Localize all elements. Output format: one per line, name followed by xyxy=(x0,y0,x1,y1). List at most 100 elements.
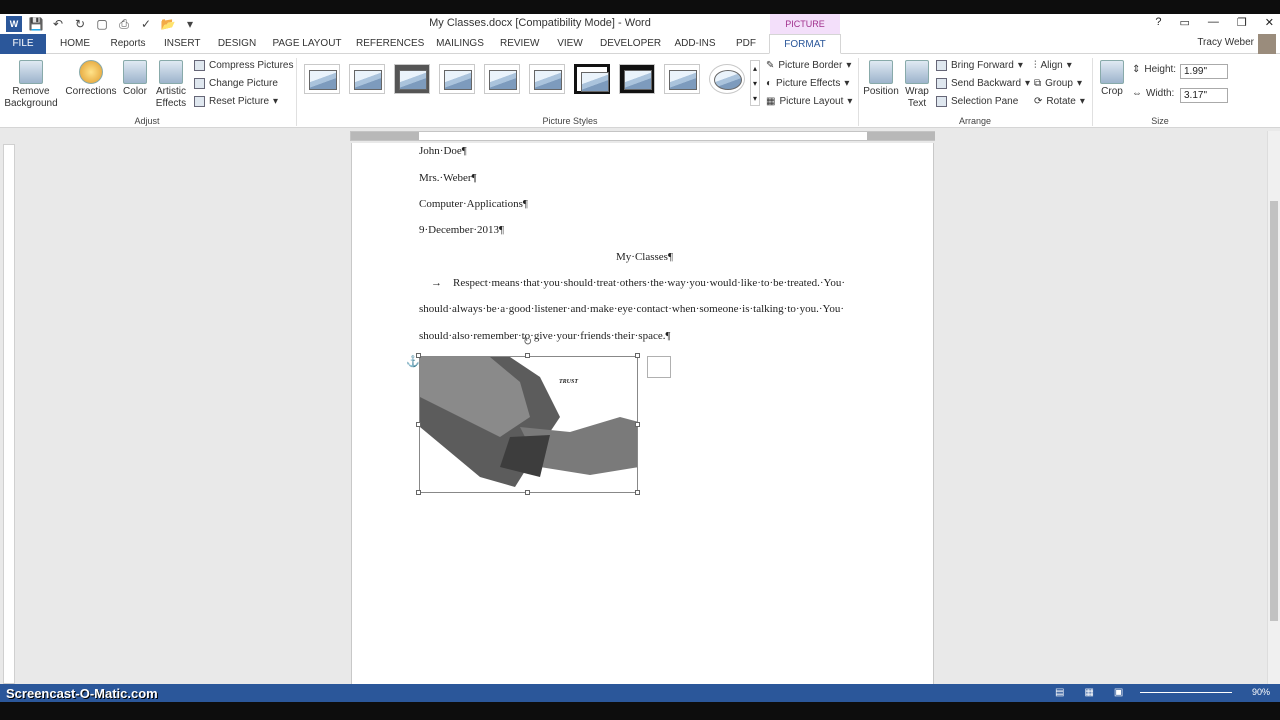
tab-page-layout[interactable]: PAGE LAYOUT xyxy=(272,34,342,54)
hands-picture xyxy=(420,357,637,487)
zoom-slider[interactable] xyxy=(1140,692,1232,693)
spelling-icon[interactable]: ✓ xyxy=(138,16,154,32)
customize-qat-icon[interactable]: ▾ xyxy=(182,16,198,32)
tab-format[interactable]: FORMAT xyxy=(769,34,841,54)
scrollbar-thumb[interactable] xyxy=(1270,201,1278,621)
tab-file[interactable]: FILE xyxy=(0,34,46,54)
crop-button[interactable]: Crop xyxy=(1098,60,1126,98)
selection-pane-button[interactable]: Selection Pane xyxy=(936,96,1018,107)
course-line[interactable]: Computer·Applications¶ xyxy=(419,198,528,210)
height-input[interactable]: 1.99" xyxy=(1180,64,1228,79)
picture-style-thumb[interactable] xyxy=(484,64,520,94)
zoom-level[interactable]: 90% xyxy=(1252,687,1270,697)
teacher-line[interactable]: Mrs.·Weber¶ xyxy=(419,172,477,184)
date-line[interactable]: 9·December·2013¶ xyxy=(419,224,504,236)
bring-forward-button[interactable]: Bring Forward ▾ xyxy=(936,60,1023,71)
paragraph-line[interactable]: should·always·be·a·good·listener·and·mak… xyxy=(419,303,844,315)
change-picture-button[interactable]: Change Picture xyxy=(194,78,278,89)
save-icon[interactable]: 💾 xyxy=(28,16,44,32)
picture-style-thumb[interactable] xyxy=(574,64,610,94)
dropdown-icon: ▾ xyxy=(844,78,850,89)
picture-style-thumb[interactable] xyxy=(349,64,385,94)
resize-handle[interactable] xyxy=(635,490,640,495)
resize-handle[interactable] xyxy=(525,353,530,358)
avatar[interactable] xyxy=(1258,34,1276,54)
align-icon: ⫶ xyxy=(1034,60,1037,71)
web-layout-icon[interactable]: ▣ xyxy=(1114,687,1123,698)
help-button[interactable]: ? xyxy=(1155,16,1161,29)
user-name[interactable]: Tracy Weber xyxy=(1197,37,1254,48)
minimize-icon[interactable]: — xyxy=(1208,16,1219,29)
picture-style-thumb[interactable] xyxy=(619,64,655,94)
tab-reports[interactable]: Reports xyxy=(108,34,148,54)
color-button[interactable]: Color xyxy=(120,60,150,98)
align-button[interactable]: ⫶ Align ▾ xyxy=(1034,60,1072,71)
picture-style-thumb[interactable] xyxy=(529,64,565,94)
style-preview xyxy=(354,70,382,90)
close-icon[interactable]: ✕ xyxy=(1265,16,1274,29)
rotate-button[interactable]: ⟳ Rotate ▾ xyxy=(1034,96,1085,107)
width-label: Width: xyxy=(1146,88,1175,99)
artistic-effects-button[interactable]: Artistic Effects xyxy=(152,60,190,110)
resize-handle[interactable] xyxy=(416,422,421,427)
tab-developer[interactable]: DEVELOPER xyxy=(600,34,661,54)
gallery-scroll[interactable]: ▴ ▾ ▾ xyxy=(750,60,760,106)
new-document-icon[interactable]: ▢ xyxy=(94,16,110,32)
tab-mailings[interactable]: MAILINGS xyxy=(434,34,486,54)
selected-picture[interactable]: TRUST xyxy=(419,356,638,493)
picture-style-thumb[interactable] xyxy=(664,64,700,94)
read-mode-icon[interactable]: ▤ xyxy=(1055,687,1064,698)
tab-add-ins[interactable]: ADD-INS xyxy=(672,34,718,54)
tab-design[interactable]: DESIGN xyxy=(216,34,258,54)
picture-style-thumb[interactable] xyxy=(394,64,430,94)
horizontal-ruler[interactable] xyxy=(350,131,935,141)
rotate-handle-icon[interactable]: ↻ xyxy=(523,335,532,348)
open-icon[interactable]: 📂 xyxy=(160,16,176,32)
tab-references[interactable]: REFERENCES xyxy=(356,34,424,54)
redo-icon[interactable]: ↻ xyxy=(72,16,88,32)
vertical-scrollbar[interactable] xyxy=(1267,131,1280,684)
picture-border-button[interactable]: ✎ Picture Border ▾ xyxy=(766,60,851,71)
dropdown-icon: ▾ xyxy=(1017,60,1023,71)
tab-review[interactable]: REVIEW xyxy=(500,34,539,54)
author-line[interactable]: John·Doe¶ xyxy=(419,145,467,157)
print-preview-icon[interactable]: ⎙ xyxy=(116,16,132,32)
paragraph-line[interactable]: should·also·remember·to·give·your·friend… xyxy=(419,330,670,342)
tab-pdf[interactable]: PDF xyxy=(732,34,760,54)
group-button[interactable]: ⧉ Group ▾ xyxy=(1034,78,1082,89)
paragraph-line[interactable]: Respect·means·that·you·should·treat·othe… xyxy=(453,277,845,289)
tab-insert[interactable]: INSERT xyxy=(164,34,201,54)
word-icon[interactable]: W xyxy=(6,16,22,32)
picture-layout-button[interactable]: ▦ Picture Layout ▾ xyxy=(766,96,852,107)
undo-icon[interactable]: ↶ xyxy=(50,16,66,32)
vertical-ruler[interactable] xyxy=(3,144,15,684)
top-black-bar xyxy=(0,0,1280,14)
tab-view[interactable]: VIEW xyxy=(554,34,586,54)
picture-style-thumb[interactable] xyxy=(709,64,745,94)
remove-background-button[interactable]: Remove Background xyxy=(4,60,58,110)
ribbon-display-icon[interactable]: ▭ xyxy=(1180,16,1190,29)
resize-handle[interactable] xyxy=(525,490,530,495)
picture-style-thumb[interactable] xyxy=(439,64,475,94)
tab-home[interactable]: HOME xyxy=(58,34,92,54)
document-heading[interactable]: My·Classes¶ xyxy=(616,251,673,263)
reset-picture-button[interactable]: Reset Picture ▾ xyxy=(194,96,278,107)
width-input[interactable]: 3.17" xyxy=(1180,88,1228,103)
resize-handle[interactable] xyxy=(635,353,640,358)
style-preview xyxy=(669,70,697,90)
layout-options-icon[interactable] xyxy=(647,356,671,378)
position-button[interactable]: Position xyxy=(862,60,900,98)
picture-effects-button[interactable]: ◐ Picture Effects ▾ xyxy=(766,78,849,89)
compress-pictures-button[interactable]: Compress Pictures xyxy=(194,60,293,71)
size-group-label: Size xyxy=(1151,116,1169,126)
resize-handle[interactable] xyxy=(635,422,640,427)
restore-icon[interactable]: ❐ xyxy=(1237,16,1247,29)
send-backward-button[interactable]: Send Backward ▾ xyxy=(936,78,1030,89)
resize-handle[interactable] xyxy=(416,490,421,495)
resize-handle[interactable] xyxy=(416,353,421,358)
picture-style-thumb[interactable] xyxy=(304,64,340,94)
corrections-button[interactable]: Corrections xyxy=(64,60,118,98)
wrap-text-button[interactable]: Wrap Text xyxy=(902,60,932,110)
picture-layout-label: Picture Layout xyxy=(779,96,844,107)
print-layout-icon[interactable]: ▦ xyxy=(1084,687,1093,698)
